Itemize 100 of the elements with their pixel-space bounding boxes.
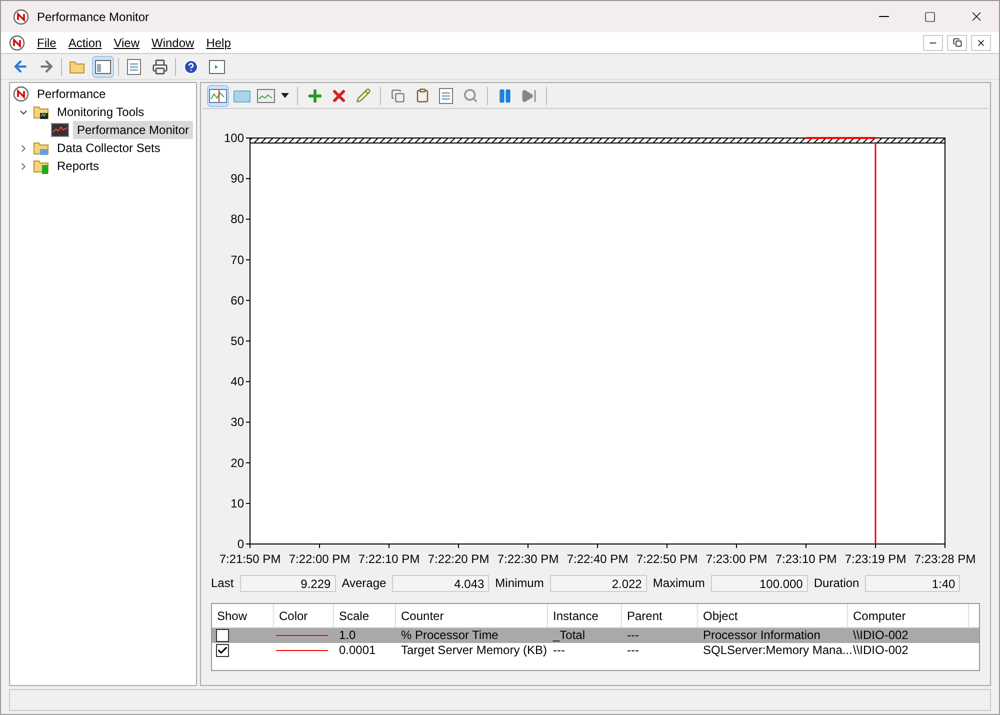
close-icon bbox=[976, 38, 986, 48]
stat-label: Average bbox=[342, 575, 386, 592]
panel-play-icon bbox=[209, 60, 225, 74]
folder-icon bbox=[69, 60, 85, 74]
pause-icon bbox=[497, 88, 513, 104]
folder-icon bbox=[33, 140, 49, 156]
menu-item[interactable]: View bbox=[114, 34, 140, 52]
minimize-icon bbox=[879, 16, 889, 17]
folder-icon bbox=[33, 104, 49, 120]
menu-item[interactable]: File bbox=[37, 34, 56, 52]
column-header[interactable]: Color bbox=[274, 604, 334, 627]
y-tick-label: 40 bbox=[230, 374, 244, 389]
column-header[interactable]: Instance bbox=[548, 604, 622, 627]
menu-item[interactable]: Action bbox=[68, 34, 102, 52]
clipboard-icon bbox=[414, 88, 430, 103]
x-tick-label: 7:22:20 PM bbox=[428, 552, 490, 566]
table-cell-text: Target Server Memory (KB) bbox=[400, 643, 548, 658]
back-arrow-icon bbox=[12, 58, 28, 75]
monitor-chart-icon bbox=[51, 123, 69, 137]
counter-row[interactable]: 1.0 % Processor Time _Total --- Processor Information \\IDIO-002 bbox=[212, 628, 979, 643]
table-cell-text: % Processor Time bbox=[400, 628, 500, 643]
restore-icon bbox=[952, 38, 962, 47]
column-header[interactable]: Parent bbox=[622, 604, 698, 627]
column-header[interactable]: Scale bbox=[334, 604, 396, 627]
stat-value-field: 2.022 bbox=[550, 574, 647, 592]
tree-item[interactable]: Performance Monitor bbox=[73, 121, 194, 139]
graph-view-button[interactable] bbox=[207, 84, 229, 106]
table-cell-text: --- bbox=[626, 628, 640, 643]
app-menu-icon bbox=[9, 34, 25, 50]
plus-icon bbox=[306, 86, 324, 104]
skip-forward-icon bbox=[521, 88, 537, 104]
magnifier-icon bbox=[462, 88, 478, 103]
table-cell-text: 1.0 bbox=[338, 628, 357, 643]
show-checkbox[interactable] bbox=[216, 644, 229, 657]
x-tick-label: 7:21:50 PM bbox=[219, 552, 281, 566]
x-tick-label: 7:22:00 PM bbox=[288, 552, 350, 566]
menu-item[interactable]: Help bbox=[206, 34, 231, 52]
window-title: Performance Monitor bbox=[37, 8, 150, 26]
help-icon bbox=[183, 58, 199, 74]
y-tick-label: 70 bbox=[230, 252, 244, 267]
printer-icon bbox=[152, 58, 168, 74]
pencil-icon bbox=[356, 88, 370, 103]
stat-value-field: 4.043 bbox=[392, 574, 490, 592]
table-cell-text: 0.0001 bbox=[338, 643, 377, 658]
y-tick-label: 50 bbox=[230, 334, 244, 348]
show-checkbox[interactable] bbox=[216, 629, 229, 642]
x-tick-label: 7:22:40 PM bbox=[566, 552, 628, 566]
table-cell-text: --- bbox=[626, 643, 640, 658]
tree-item[interactable]: Data Collector Sets bbox=[53, 139, 164, 157]
x-tick-label: 7:23:10 PM bbox=[775, 552, 837, 566]
x-tick-label: 7:22:10 PM bbox=[358, 552, 420, 566]
forward-arrow-icon bbox=[38, 58, 54, 75]
column-header[interactable]: Counter bbox=[396, 604, 548, 627]
x-tick-label: 7:23:00 PM bbox=[706, 552, 768, 566]
tree-item[interactable]: Reports bbox=[53, 157, 104, 175]
y-tick-label: 80 bbox=[230, 212, 244, 226]
tree-item[interactable]: Monitoring Tools bbox=[53, 103, 148, 121]
x-tick-label: 7:23:19 PM bbox=[844, 552, 906, 566]
gauge-icon bbox=[13, 86, 29, 102]
panel-icon bbox=[95, 60, 111, 74]
menu-item[interactable]: Window bbox=[152, 34, 194, 52]
maximize-icon bbox=[924, 10, 936, 22]
line-graph-icon bbox=[209, 88, 227, 102]
table-cell-text: --- bbox=[552, 643, 566, 658]
document-icon bbox=[127, 58, 141, 74]
column-header[interactable]: Computer bbox=[848, 604, 969, 627]
close-child-button[interactable] bbox=[971, 34, 991, 50]
check-icon bbox=[217, 645, 228, 656]
y-tick-label: 0 bbox=[237, 537, 244, 551]
stat-label: Last bbox=[211, 575, 234, 592]
folder-icon bbox=[33, 158, 49, 174]
stat-label: Duration bbox=[814, 575, 860, 592]
x-tick-label: 7:22:50 PM bbox=[636, 552, 698, 566]
stat-value-field: 100.000 bbox=[710, 574, 808, 592]
table-cell-text: _Total bbox=[552, 628, 586, 643]
app-icon bbox=[13, 8, 29, 24]
caret-icon bbox=[281, 93, 289, 98]
y-tick-label: 20 bbox=[230, 456, 244, 470]
x-tick-label: 7:23:28 PM bbox=[914, 552, 976, 566]
restore-child-button[interactable] bbox=[947, 34, 967, 50]
y-tick-label: 30 bbox=[230, 415, 244, 430]
document-icon bbox=[439, 88, 453, 104]
y-tick-label: 100 bbox=[224, 131, 244, 145]
stat-label: Minimum bbox=[495, 575, 544, 592]
tree-item[interactable]: Performance bbox=[33, 85, 110, 103]
column-header[interactable]: Object bbox=[698, 604, 848, 627]
stat-label: Maximum bbox=[652, 575, 705, 592]
y-tick-label: 90 bbox=[230, 172, 244, 186]
stat-value-field: 9.229 bbox=[240, 574, 336, 592]
column-header[interactable]: Show bbox=[212, 604, 274, 627]
copy-icon bbox=[391, 88, 405, 102]
y-tick-label: 60 bbox=[230, 293, 244, 308]
y-tick-label: 10 bbox=[230, 496, 244, 510]
graph-window-icon bbox=[257, 88, 275, 102]
x-tick-label: 7:22:30 PM bbox=[497, 552, 559, 566]
block-icon bbox=[233, 88, 251, 102]
tree-toggle-button[interactable] bbox=[92, 56, 114, 78]
stat-value-field: 1:40 bbox=[865, 574, 960, 592]
table-cell-text: \\IDIO-002 bbox=[852, 628, 910, 643]
table-cell-text: Processor Information bbox=[702, 628, 822, 643]
